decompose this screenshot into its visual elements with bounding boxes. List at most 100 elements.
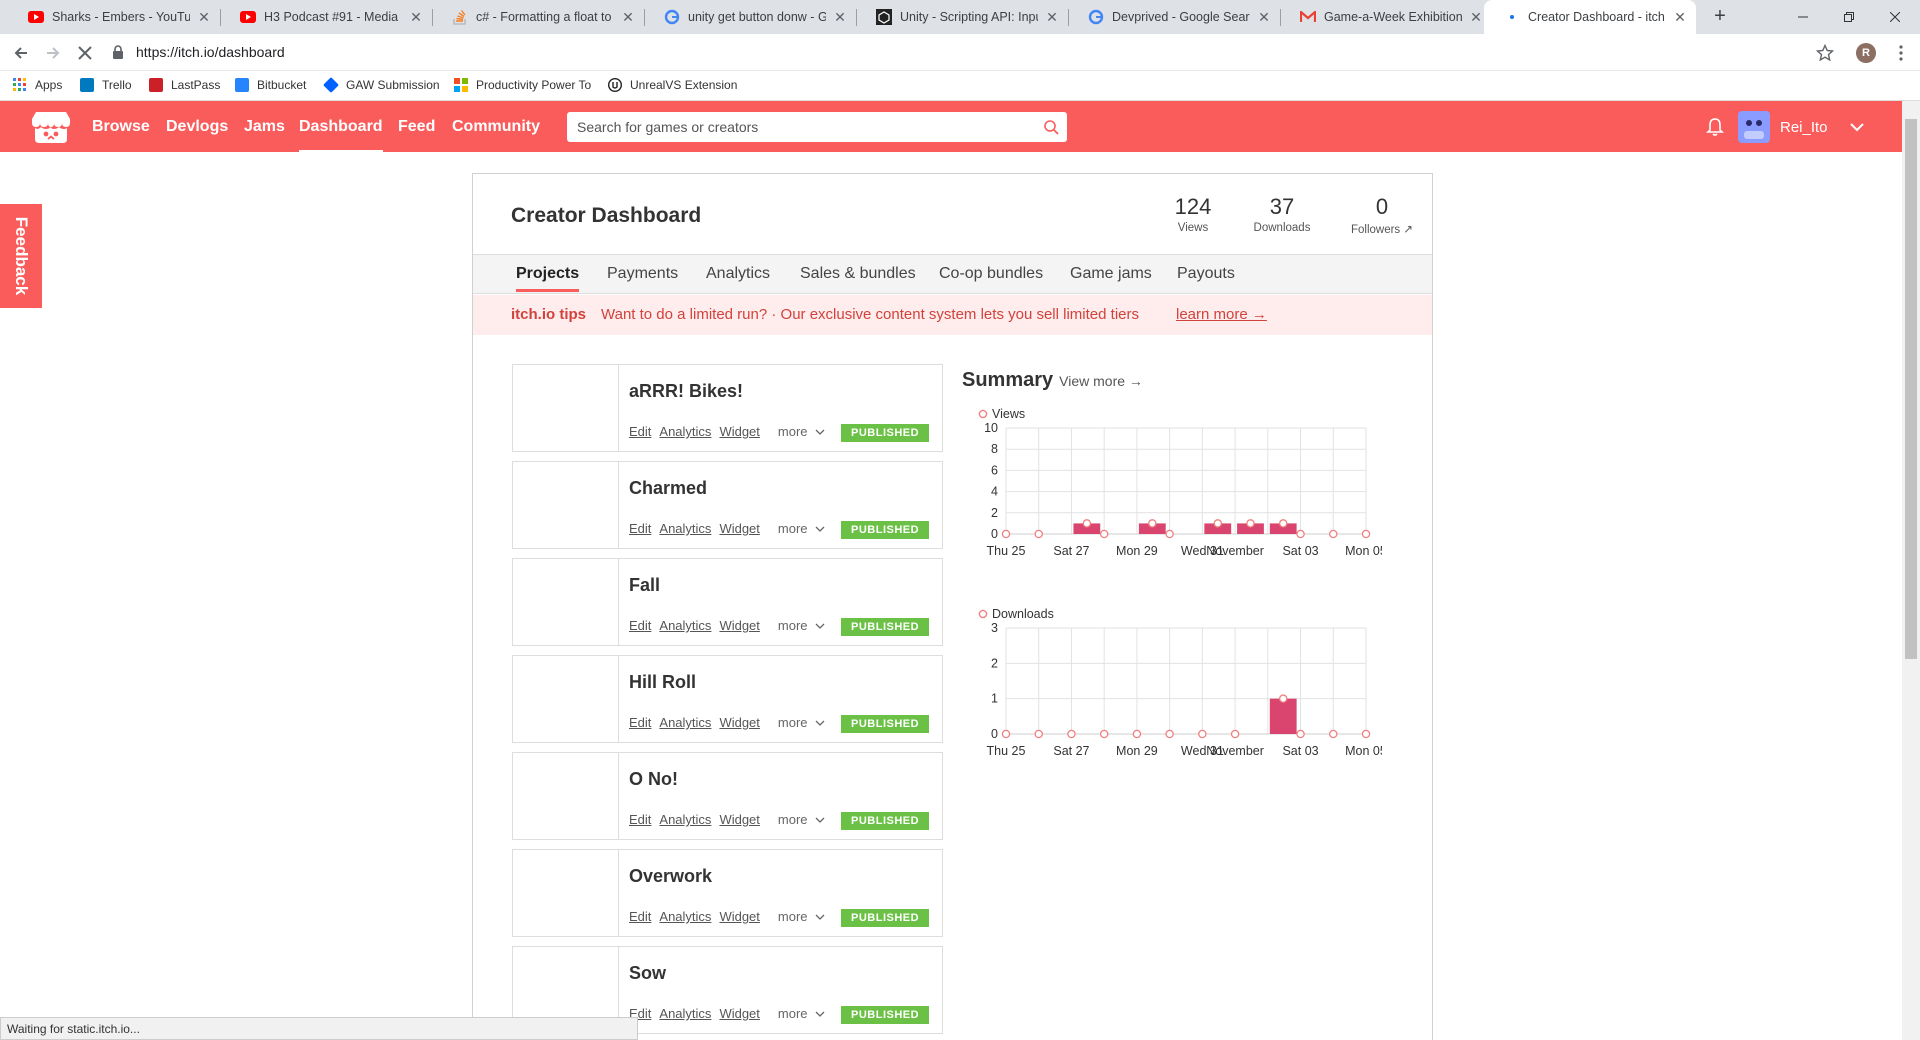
edit-link[interactable]: Edit xyxy=(629,424,651,439)
site-search-input[interactable]: Search for games or creators xyxy=(567,112,1067,142)
nav-dashboard[interactable]: Dashboard xyxy=(299,118,383,153)
browser-tab-active[interactable]: Creator Dashboard - itch.io ✕ xyxy=(1484,0,1696,34)
close-window-button[interactable] xyxy=(1872,0,1918,34)
project-thumbnail[interactable] xyxy=(513,365,619,451)
widget-link[interactable]: Widget xyxy=(719,715,759,730)
edit-link[interactable]: Edit xyxy=(629,715,651,730)
stat-followers[interactable]: 0 Followers ↗ xyxy=(1345,194,1419,236)
more-dropdown[interactable]: more xyxy=(778,1006,825,1021)
bookmark-productivity-power-tools[interactable]: Productivity Power To xyxy=(454,78,598,92)
nav-devlogs[interactable]: Devlogs xyxy=(166,118,228,136)
bookmark-gaw-submission[interactable]: GAW Submission xyxy=(323,77,440,93)
analytics-link[interactable]: Analytics xyxy=(659,715,711,730)
project-title[interactable]: aRRR! Bikes! xyxy=(629,381,743,402)
browser-tab[interactable]: c# - Formatting a float to 2 ✕ xyxy=(432,0,644,34)
more-dropdown[interactable]: more xyxy=(778,521,825,536)
bookmark-unrealvs[interactable]: UnrealVS Extension xyxy=(608,78,737,92)
analytics-link[interactable]: Analytics xyxy=(659,909,711,924)
chevron-down-icon xyxy=(815,817,825,823)
minimize-button[interactable] xyxy=(1780,0,1826,34)
widget-link[interactable]: Widget xyxy=(719,812,759,827)
more-dropdown[interactable]: more xyxy=(778,909,825,924)
analytics-link[interactable]: Analytics xyxy=(659,1006,711,1021)
forward-button[interactable] xyxy=(40,40,66,66)
analytics-link[interactable]: Analytics xyxy=(659,618,711,633)
browser-tab[interactable]: Game-a-Week Exhibition - i ✕ xyxy=(1280,0,1492,34)
tab-sales-bundles[interactable]: Sales & bundles xyxy=(800,265,916,283)
page-scrollbar[interactable] xyxy=(1902,101,1920,1040)
project-title[interactable]: Overwork xyxy=(629,866,712,887)
close-tab-icon[interactable]: ✕ xyxy=(196,9,212,26)
widget-link[interactable]: Widget xyxy=(719,618,759,633)
browser-tab[interactable]: Sharks - Embers - YouTube ✕ xyxy=(8,0,220,34)
analytics-link[interactable]: Analytics xyxy=(659,521,711,536)
tab-payments[interactable]: Payments xyxy=(607,265,678,283)
edit-link[interactable]: Edit xyxy=(629,618,651,633)
browser-menu-button[interactable] xyxy=(1888,40,1914,66)
edit-link[interactable]: Edit xyxy=(629,812,651,827)
tab-coop-bundles[interactable]: Co-op bundles xyxy=(939,265,1043,283)
analytics-link[interactable]: Analytics xyxy=(659,812,711,827)
widget-link[interactable]: Widget xyxy=(719,1006,759,1021)
close-tab-icon[interactable]: ✕ xyxy=(620,9,636,26)
stop-button[interactable] xyxy=(72,40,98,66)
project-title[interactable]: O No! xyxy=(629,769,678,790)
new-tab-button[interactable]: + xyxy=(1708,5,1732,29)
bookmark-trello[interactable]: Trello xyxy=(80,78,132,92)
widget-link[interactable]: Widget xyxy=(719,909,759,924)
widget-link[interactable]: Widget xyxy=(719,521,759,536)
edit-link[interactable]: Edit xyxy=(629,521,651,536)
tab-game-jams[interactable]: Game jams xyxy=(1070,265,1152,283)
learn-more-link[interactable]: learn more → xyxy=(1176,295,1267,335)
tab-payouts[interactable]: Payouts xyxy=(1177,265,1235,283)
user-menu[interactable]: Rei_Ito xyxy=(1738,111,1864,143)
more-dropdown[interactable]: more xyxy=(778,715,825,730)
close-tab-icon[interactable]: ✕ xyxy=(832,9,848,26)
scrollbar-thumb[interactable] xyxy=(1905,119,1917,659)
close-tab-icon[interactable]: ✕ xyxy=(1468,9,1484,26)
project-thumbnail[interactable] xyxy=(513,753,619,839)
project-thumbnail[interactable] xyxy=(513,559,619,645)
more-dropdown[interactable]: more xyxy=(778,812,825,827)
bookmark-lastpass[interactable]: LastPass xyxy=(149,78,220,92)
project-title[interactable]: Sow xyxy=(629,963,666,984)
nav-browse[interactable]: Browse xyxy=(92,118,150,136)
notifications-bell[interactable] xyxy=(1706,117,1724,137)
project-thumbnail[interactable] xyxy=(513,462,619,548)
project-title[interactable]: Hill Roll xyxy=(629,672,696,693)
more-dropdown[interactable]: more xyxy=(778,424,825,439)
analytics-link[interactable]: Analytics xyxy=(659,424,711,439)
project-title[interactable]: Charmed xyxy=(629,478,707,499)
nav-community[interactable]: Community xyxy=(452,118,540,136)
tab-analytics[interactable]: Analytics xyxy=(706,265,770,283)
bookmark-apps[interactable]: Apps xyxy=(13,78,62,92)
address-bar[interactable]: https://itch.io/dashboard xyxy=(112,38,1842,66)
view-more-link[interactable]: View more → xyxy=(1059,373,1143,389)
widget-link[interactable]: Widget xyxy=(719,424,759,439)
project-thumbnail[interactable] xyxy=(513,656,619,742)
close-tab-icon[interactable]: ✕ xyxy=(1672,9,1688,26)
close-tab-icon[interactable]: ✕ xyxy=(1256,9,1272,26)
search-icon[interactable] xyxy=(1043,119,1059,135)
project-title[interactable]: Fall xyxy=(629,575,660,596)
close-tab-icon[interactable]: ✕ xyxy=(1044,9,1060,26)
more-dropdown[interactable]: more xyxy=(778,618,825,633)
project-thumbnail[interactable] xyxy=(513,850,619,936)
data-point xyxy=(1165,729,1174,739)
itchio-logo[interactable] xyxy=(31,109,71,145)
nav-jams[interactable]: Jams xyxy=(244,118,285,136)
restore-button[interactable] xyxy=(1826,0,1872,34)
close-tab-icon[interactable]: ✕ xyxy=(408,9,424,26)
feedback-tab[interactable]: Feedback xyxy=(0,204,42,308)
edit-link[interactable]: Edit xyxy=(629,909,651,924)
browser-tab[interactable]: Unity - Scripting API: Input. ✕ xyxy=(856,0,1068,34)
browser-tab[interactable]: H3 Podcast #91 - Media Sla ✕ xyxy=(220,0,432,34)
bookmark-bitbucket[interactable]: Bitbucket xyxy=(235,78,306,92)
profile-avatar[interactable]: R xyxy=(1853,40,1879,66)
browser-tab[interactable]: Devprived - Google Search ✕ xyxy=(1068,0,1280,34)
back-button[interactable] xyxy=(8,40,34,66)
nav-feed[interactable]: Feed xyxy=(398,118,435,136)
tab-projects[interactable]: Projects xyxy=(516,265,580,292)
tab-title: Game-a-Week Exhibition - i xyxy=(1324,10,1462,24)
browser-tab[interactable]: unity get button donw - Go ✕ xyxy=(644,0,856,34)
